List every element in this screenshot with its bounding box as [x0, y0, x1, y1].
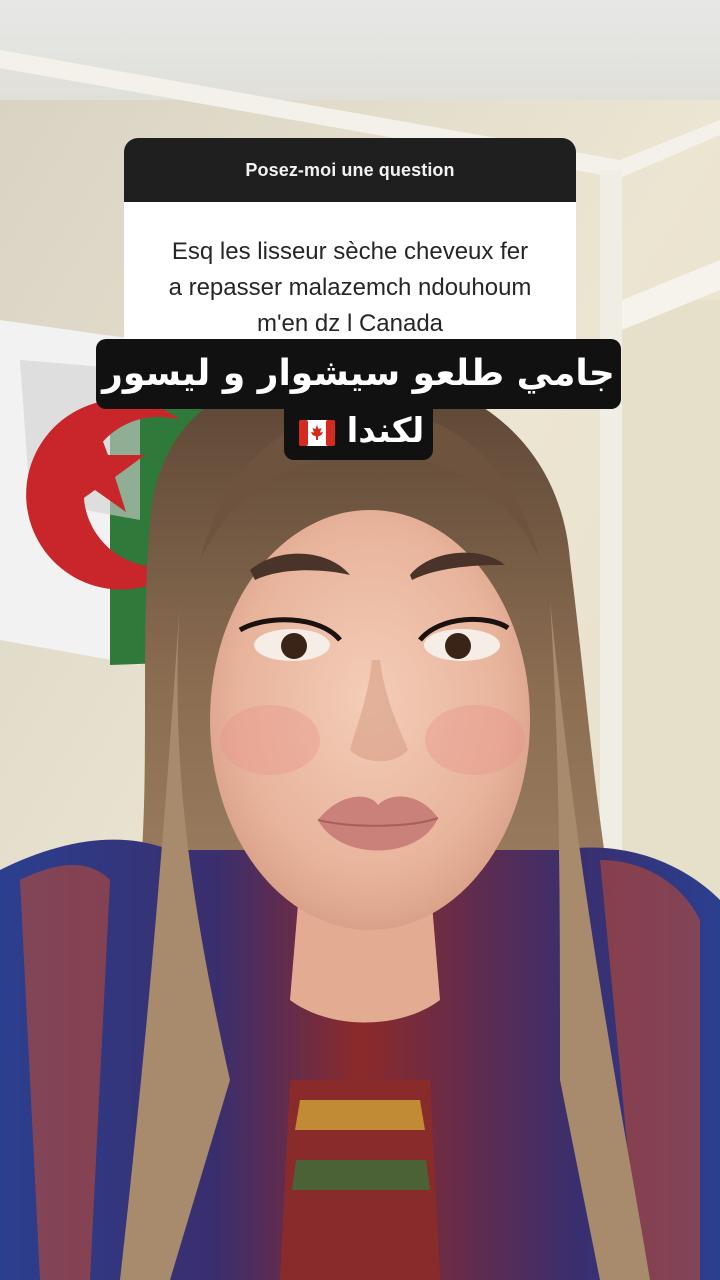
question-line: a repasser malazemch ndouhoum [168, 274, 532, 301]
caption-text: جامي طلعو سيشوار و ليسور [102, 353, 615, 394]
caption-line-1: جامي طلعو سيشوار و ليسور [96, 339, 621, 409]
question-line: Esq les lisseur sèche cheveux fer [171, 238, 529, 265]
canada-flag-icon [298, 419, 335, 446]
story-screen: Posez-moi une question Esq les lisseur s… [0, 0, 720, 1280]
question-line: m'en dz l Canada [256, 310, 444, 337]
caption-line-2: لكندا [284, 404, 433, 460]
question-sticker-header: Posez-moi une question [124, 138, 576, 202]
question-sticker[interactable]: Posez-moi une question Esq les lisseur s… [124, 138, 576, 364]
caption-text: لكندا [346, 411, 425, 451]
